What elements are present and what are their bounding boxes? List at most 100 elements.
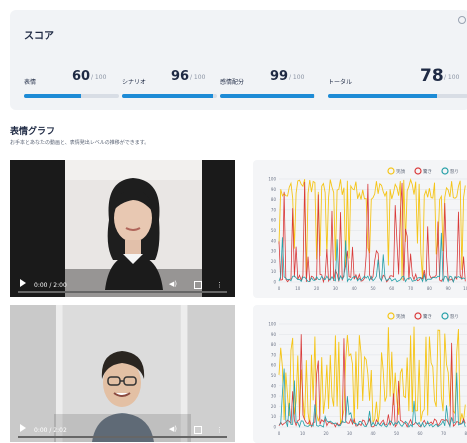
x-tick-label: 60 [417,431,423,436]
volume-icon[interactable]: ◀) [169,425,177,433]
legend-icon [387,167,395,175]
fullscreen-icon[interactable] [194,426,202,434]
legend-icon [414,312,422,320]
fullscreen-icon[interactable] [194,281,202,289]
metric-emotion: 感情配分 99 / 100 [220,65,315,101]
volume-icon[interactable]: ◀) [169,280,177,288]
y-tick-label: 0 [273,425,276,430]
video-player-user[interactable]: 0:00 / 2:02 ◀) ⋮ [10,305,235,442]
metric-bar-fill [122,94,214,98]
play-icon[interactable] [20,279,26,287]
x-tick-label: 70 [408,286,414,291]
video-time: 0:00 / 2:02 [34,427,67,434]
more-options-icon[interactable]: ⋮ [216,426,223,434]
seek-bar[interactable] [18,436,227,438]
x-tick-label: 20 [323,431,329,436]
metric-bar [220,94,315,98]
x-tick-label: 100 [463,286,467,291]
metric-bar [328,94,467,98]
metric-label: 感情配分 [220,79,245,86]
y-tick-label: 70 [271,207,277,212]
y-tick-label: 40 [271,238,277,243]
legend-label: 笑顔 [396,168,405,175]
legend-label: 驚き [423,168,432,175]
y-tick-label: 60 [271,218,277,223]
y-tick-label: 20 [271,259,277,264]
x-tick-label: 0 [278,286,281,291]
more-options-icon[interactable]: ⋮ [216,281,223,289]
y-tick-label: 100 [268,177,276,182]
legend-label: 怒り [450,168,459,175]
metric-label: シナリオ [122,79,147,86]
metric-value: 99 [270,69,289,84]
x-tick-label: 50 [370,286,376,291]
metric-bar-fill [24,94,81,98]
legend-label: 驚き [423,313,432,320]
x-tick-label: 30 [333,286,339,291]
metric-total: トータル 78 / 100 [328,65,467,101]
play-icon[interactable] [20,424,26,432]
x-tick-label: 70 [441,431,447,436]
x-tick-label: 30 [347,431,353,436]
series-line-smile [278,326,466,426]
metric-max: / 100 [190,74,206,81]
score-card: スコア 表情 60 / 100 シナリオ 96 / 100 感情配分 99 / … [10,10,467,110]
y-tick-label: 90 [271,332,277,337]
x-tick-label: 60 [389,286,395,291]
video-controls: 0:00 / 2:02 ◀) ⋮ [10,414,235,442]
metric-value: 96 [171,69,190,84]
y-tick-label: 10 [271,414,277,419]
metric-max: / 100 [444,74,460,81]
y-tick-label: 20 [271,404,277,409]
x-tick-label: 40 [352,286,358,291]
legend-icon [441,167,449,175]
x-tick-label: 90 [446,286,452,291]
legend-icon [387,312,395,320]
section-title: 表情グラフ [10,127,56,137]
x-tick-label: 50 [394,431,400,436]
metric-scenario: シナリオ 96 / 100 [122,65,217,101]
section-subtitle: お手本とあなたの動画と、表情発出レベルの推移ができます。 [10,140,150,146]
info-icon[interactable] [458,16,466,24]
metric-bar-fill [220,94,315,98]
metric-expression: 表情 60 / 100 [24,65,119,101]
legend-icon [441,312,449,320]
y-tick-label: 60 [271,363,277,368]
y-tick-label: 10 [271,269,277,274]
y-tick-label: 100 [268,322,276,327]
video-player-model[interactable]: 0:00 / 2:00 ◀) ⋮ [10,160,235,297]
y-tick-label: 30 [271,394,277,399]
expression-chart-svg: 笑顔 驚き 怒り 0 10 20 30 40 50 60 70 80 90 100 0 10 20 30 40 50 6… [268,312,467,436]
score-title: スコア [24,31,54,42]
metric-label: トータル [328,79,353,86]
metric-max: / 100 [289,74,305,81]
metric-max: / 100 [91,74,107,81]
y-tick-label: 90 [271,187,277,192]
metric-bar [24,94,119,98]
metric-label: 表情 [24,79,37,86]
y-tick-label: 80 [271,342,277,347]
metric-value: 78 [420,66,444,86]
x-tick-label: 10 [300,431,306,436]
legend-label: 怒り [450,313,459,320]
y-tick-label: 0 [273,280,276,285]
metric-bar-fill [328,94,438,98]
x-tick-label: 0 [278,431,281,436]
y-tick-label: 40 [271,383,277,388]
y-tick-label: 50 [271,373,277,378]
seek-bar[interactable] [18,291,227,293]
y-tick-label: 30 [271,249,277,254]
x-tick-label: 40 [370,431,376,436]
x-tick-label: 80 [427,286,433,291]
x-tick-label: 20 [314,286,320,291]
expression-chart-svg: 笑顔 驚き 怒り 0 10 20 30 40 50 60 70 80 90 100 0 10 20 30 40 50 6… [268,167,467,291]
metric-value: 60 [72,69,91,84]
y-tick-label: 80 [271,197,277,202]
video-time: 0:00 / 2:00 [34,282,67,289]
metric-bar [122,94,217,98]
expression-chart-model: 笑顔 驚き 怒り 0 10 20 30 40 50 60 70 80 90 100 0 10 20 30 40 50 6… [253,160,467,298]
y-tick-label: 50 [271,228,277,233]
y-tick-label: 70 [271,352,277,357]
video-controls: 0:00 / 2:00 ◀) ⋮ [10,269,235,297]
legend-icon [414,167,422,175]
